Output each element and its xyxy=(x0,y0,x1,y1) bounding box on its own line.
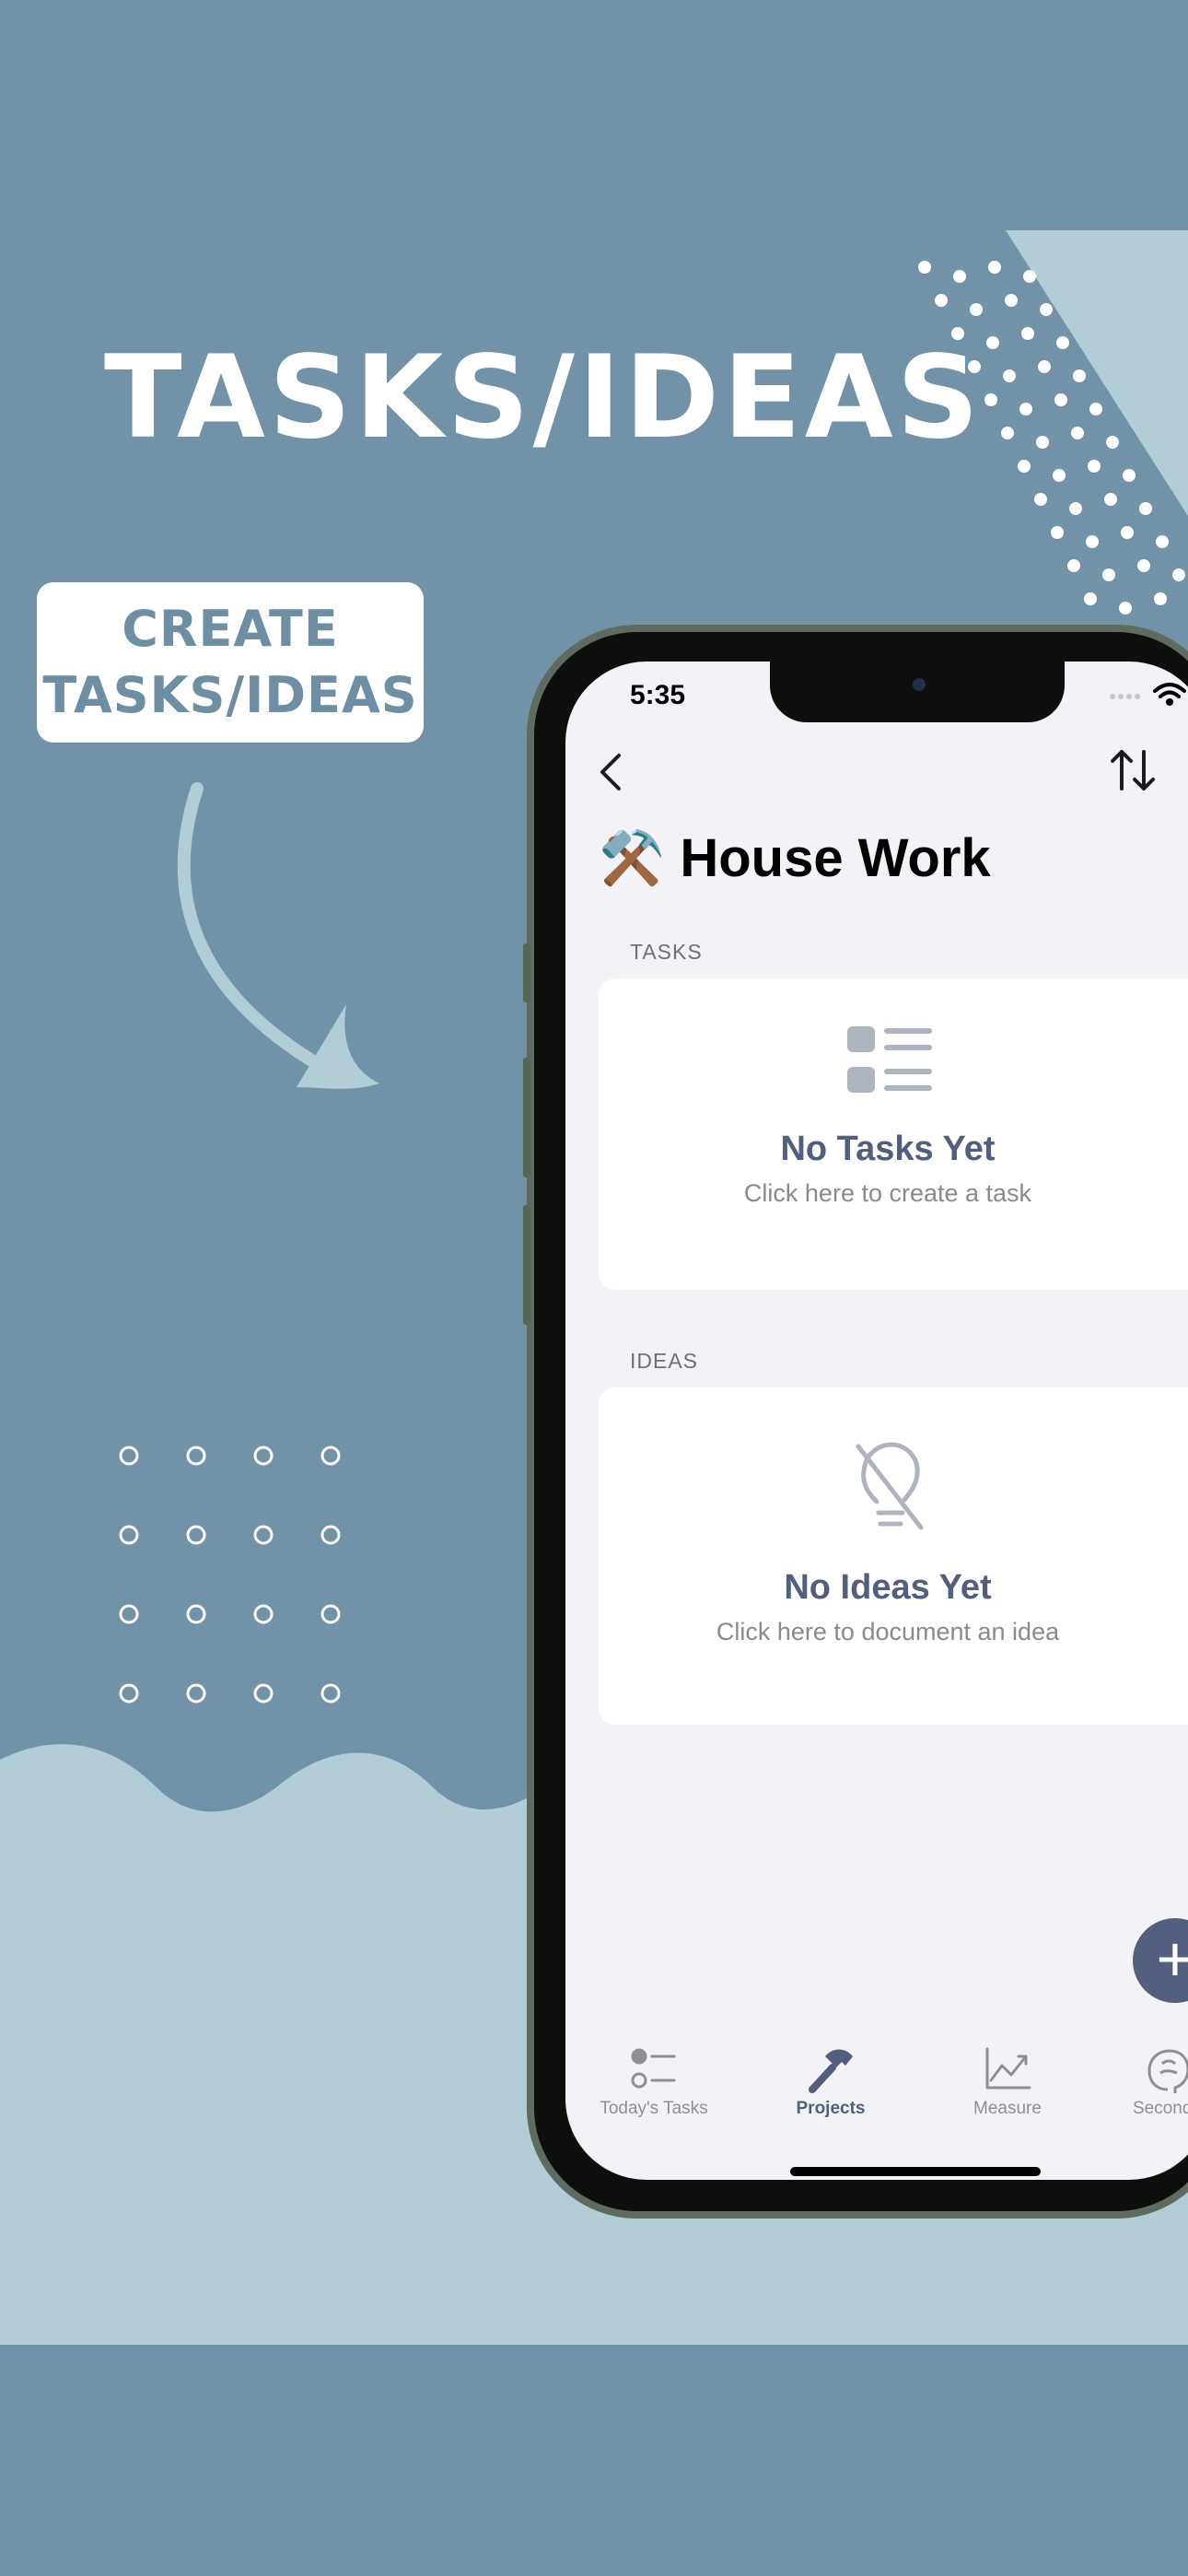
tasks-section-label: TASKS xyxy=(630,940,703,964)
tab-second[interactable]: Second xyxy=(1103,2043,1188,2119)
decor-dot xyxy=(1023,270,1036,283)
decor-dot xyxy=(1021,327,1034,340)
decor-ring xyxy=(320,1525,341,1545)
decor-dot xyxy=(1051,526,1064,539)
ideas-empty-title: No Ideas Yet xyxy=(784,1568,992,1607)
decor-dot xyxy=(1121,526,1134,539)
decor-dot xyxy=(953,270,966,283)
decor-dot xyxy=(1154,592,1167,605)
decor-ring xyxy=(253,1683,274,1704)
decor-ring xyxy=(119,1604,139,1624)
promo-label-box: CREATE TASKS/IDEAS xyxy=(37,582,424,743)
list-icon xyxy=(847,1026,932,1093)
decor-ring xyxy=(186,1683,206,1704)
tasks-empty-title: No Tasks Yet xyxy=(780,1130,996,1168)
phone-screen: 5:35 ⚒️ House Work TASKS No Tasks Yet Cl… xyxy=(565,662,1188,2180)
phone-volume-up xyxy=(523,1058,530,1177)
decor-dot xyxy=(1040,303,1053,316)
tasks-empty-card[interactable]: No Tasks Yet Click here to create a task xyxy=(599,978,1188,1290)
phone-silent-switch xyxy=(523,943,530,1002)
promo-label: CREATE TASKS/IDEAS xyxy=(42,600,418,724)
hammer-icon xyxy=(809,2049,853,2093)
decor-dot xyxy=(1104,493,1117,506)
decor-ring xyxy=(320,1604,341,1624)
tab-label-second: Second xyxy=(1133,2099,1188,2118)
ideas-section-label: IDEAS xyxy=(630,1349,699,1373)
decor-dot xyxy=(1053,469,1066,482)
bottom-band xyxy=(0,2345,1188,2576)
tab-todays-tasks[interactable]: Today's Tasks xyxy=(571,2043,737,2119)
curved-arrow-icon xyxy=(177,782,379,1089)
decor-dot xyxy=(918,261,931,274)
decor-dot xyxy=(1088,460,1101,473)
promo-headline: TASKS/IDEAS xyxy=(104,332,983,464)
status-time: 5:35 xyxy=(630,680,686,710)
decor-dot xyxy=(1005,294,1018,307)
tab-label-todays-tasks: Today's Tasks xyxy=(600,2099,708,2118)
home-indicator xyxy=(790,2167,1041,2176)
project-title: House Work xyxy=(680,828,991,888)
tab-measure[interactable]: Measure xyxy=(925,2043,1090,2119)
checklist-icon xyxy=(631,2048,676,2089)
decor-dot xyxy=(1086,535,1099,548)
decor-ring xyxy=(119,1446,139,1466)
decor-dot xyxy=(1069,502,1082,515)
tasks-empty-subtitle: Click here to create a task xyxy=(743,1179,1032,1207)
decor-dot xyxy=(1084,592,1097,605)
ideas-empty-subtitle: Click here to document an idea xyxy=(716,1618,1060,1645)
decor-dot xyxy=(1102,568,1115,581)
decor-ring xyxy=(253,1604,274,1624)
decor-dot xyxy=(1119,602,1132,615)
decor-dot xyxy=(1137,559,1150,572)
decor-dot xyxy=(1123,469,1136,482)
tab-label-projects: Projects xyxy=(796,2099,866,2118)
notch xyxy=(770,662,1065,722)
decor-ring xyxy=(119,1683,139,1704)
camera-icon xyxy=(913,678,926,691)
lightbulb-slash-icon xyxy=(856,1442,924,1530)
decor-ring xyxy=(320,1446,341,1466)
decor-dot xyxy=(1156,535,1169,548)
decor-dot xyxy=(1172,568,1185,581)
decor-ring xyxy=(186,1604,206,1624)
decor-dot xyxy=(935,294,948,307)
sort-button[interactable] xyxy=(1105,741,1160,800)
ideas-empty-card[interactable]: No Ideas Yet Click here to document an i… xyxy=(599,1388,1188,1725)
decor-ring xyxy=(320,1683,341,1704)
decor-ring xyxy=(253,1446,274,1466)
decor-dot xyxy=(1018,460,1031,473)
decor-ring xyxy=(186,1446,206,1466)
tab-label-measure: Measure xyxy=(973,2099,1042,2118)
phone-volume-down xyxy=(523,1205,530,1325)
decor-dot xyxy=(1089,403,1102,416)
project-emoji: ⚒️ xyxy=(599,828,666,888)
decor-dot xyxy=(988,261,1001,274)
decor-dot xyxy=(1139,502,1152,515)
decor-ring xyxy=(253,1525,274,1545)
decor-dot xyxy=(1034,493,1047,506)
tab-projects[interactable]: Projects xyxy=(748,2043,914,2119)
chart-icon xyxy=(985,2047,1031,2090)
wifi-icon xyxy=(1152,682,1186,706)
brain-icon xyxy=(1147,2049,1188,2093)
decor-dot xyxy=(1106,436,1119,449)
decor-ring xyxy=(119,1525,139,1545)
status-icons xyxy=(1109,678,1186,708)
back-button[interactable] xyxy=(593,744,630,800)
decor-dot xyxy=(970,303,983,316)
decor-dot xyxy=(1067,559,1080,572)
decor-ring xyxy=(186,1525,206,1545)
page-title: ⚒️ House Work xyxy=(599,827,991,890)
cellular-dots-icon xyxy=(1110,693,1140,699)
add-button[interactable]: + xyxy=(1133,1918,1188,2003)
